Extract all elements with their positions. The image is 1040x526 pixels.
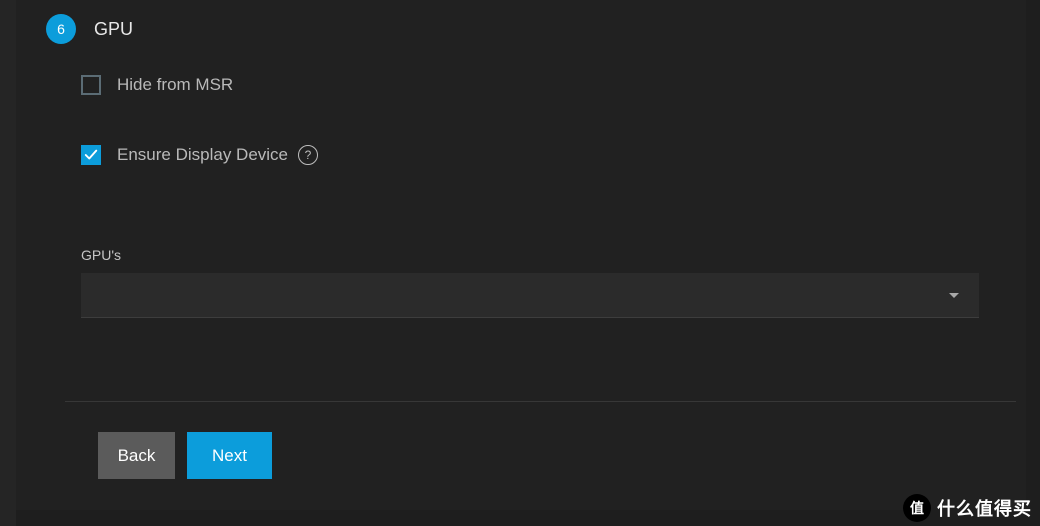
step-header: 6 GPU bbox=[46, 14, 133, 44]
back-button[interactable]: Back bbox=[98, 432, 175, 479]
step-title: GPU bbox=[94, 19, 133, 40]
check-icon bbox=[84, 148, 98, 162]
next-button[interactable]: Next bbox=[187, 432, 272, 479]
ensure-display-row: Ensure Display Device ? bbox=[81, 145, 1016, 165]
divider bbox=[65, 401, 1016, 402]
gpus-dropdown[interactable] bbox=[81, 273, 979, 318]
step-number-badge: 6 bbox=[46, 14, 76, 44]
help-icon[interactable]: ? bbox=[298, 145, 318, 165]
gpus-label: GPU's bbox=[81, 247, 1016, 263]
watermark-badge-icon: 值 bbox=[903, 494, 931, 522]
watermark: 值 什么值得买 bbox=[903, 494, 1032, 522]
ensure-display-label: Ensure Display Device bbox=[117, 145, 288, 165]
chevron-down-icon bbox=[949, 293, 959, 298]
ensure-display-checkbox[interactable] bbox=[81, 145, 101, 165]
hide-from-msr-label: Hide from MSR bbox=[117, 75, 233, 95]
gpu-panel: 6 GPU Hide from MSR Ensure Display Devic… bbox=[16, 0, 1026, 510]
hide-from-msr-checkbox[interactable] bbox=[81, 75, 101, 95]
watermark-text: 什么值得买 bbox=[937, 495, 1032, 521]
hide-from-msr-row: Hide from MSR bbox=[81, 75, 1016, 95]
